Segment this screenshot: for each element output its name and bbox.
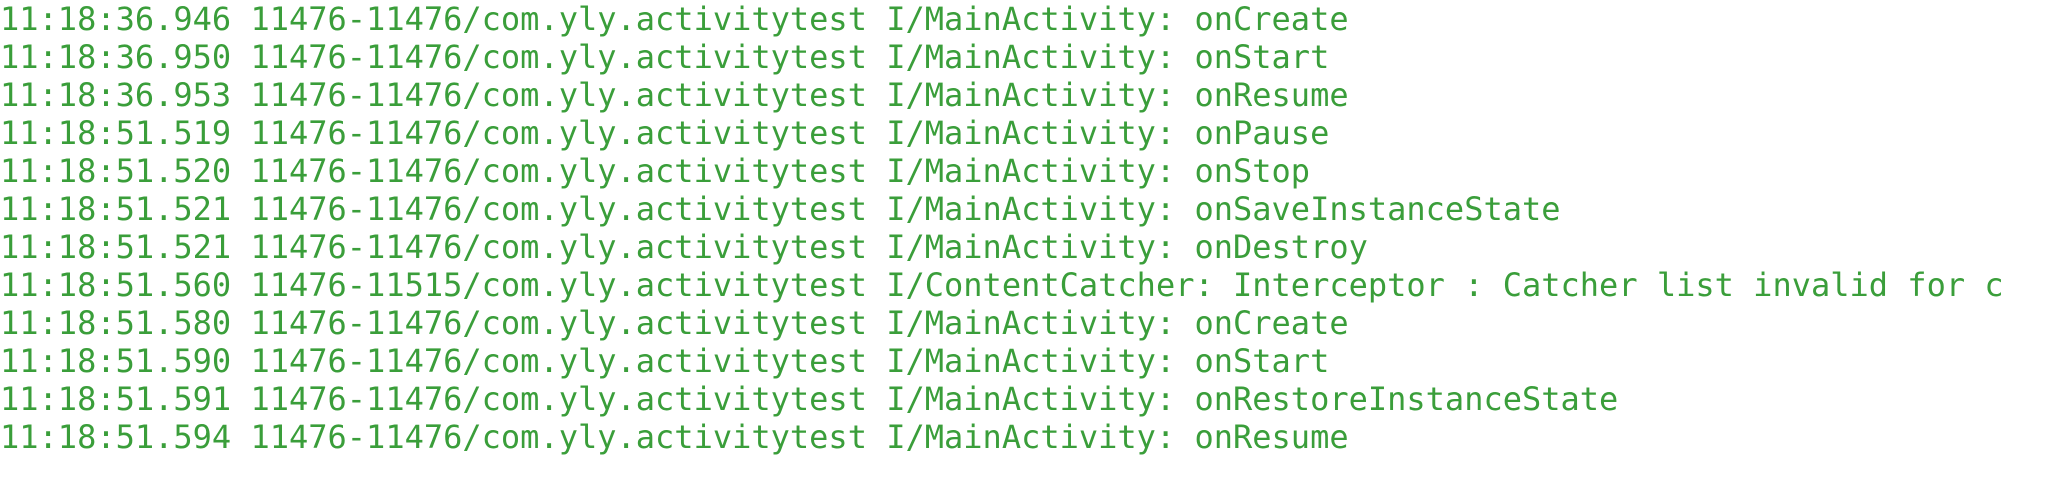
log-line: 11:18:51.521 11476-11476/com.yly.activit… xyxy=(0,190,1561,228)
log-line: 11:18:36.953 11476-11476/com.yly.activit… xyxy=(0,76,1349,114)
log-line: 11:18:51.591 11476-11476/com.yly.activit… xyxy=(0,380,1619,418)
log-line: 11:18:51.560 11476-11515/com.yly.activit… xyxy=(0,266,2004,304)
log-line: 11:18:51.580 11476-11476/com.yly.activit… xyxy=(0,304,1349,342)
log-lines: 11:18:36.946 11476-11476/com.yly.activit… xyxy=(0,0,2004,456)
log-line: 11:18:51.590 11476-11476/com.yly.activit… xyxy=(0,342,1330,380)
logcat-output: 11:18:36.946 11476-11476/com.yly.activit… xyxy=(0,0,2070,486)
log-line: 11:18:36.946 11476-11476/com.yly.activit… xyxy=(0,0,1349,38)
log-line: 11:18:51.519 11476-11476/com.yly.activit… xyxy=(0,114,1330,152)
log-line: 11:18:36.950 11476-11476/com.yly.activit… xyxy=(0,38,1330,76)
log-line: 11:18:51.520 11476-11476/com.yly.activit… xyxy=(0,152,1311,190)
log-line: 11:18:51.521 11476-11476/com.yly.activit… xyxy=(0,228,1368,266)
log-line: 11:18:51.594 11476-11476/com.yly.activit… xyxy=(0,418,1349,456)
